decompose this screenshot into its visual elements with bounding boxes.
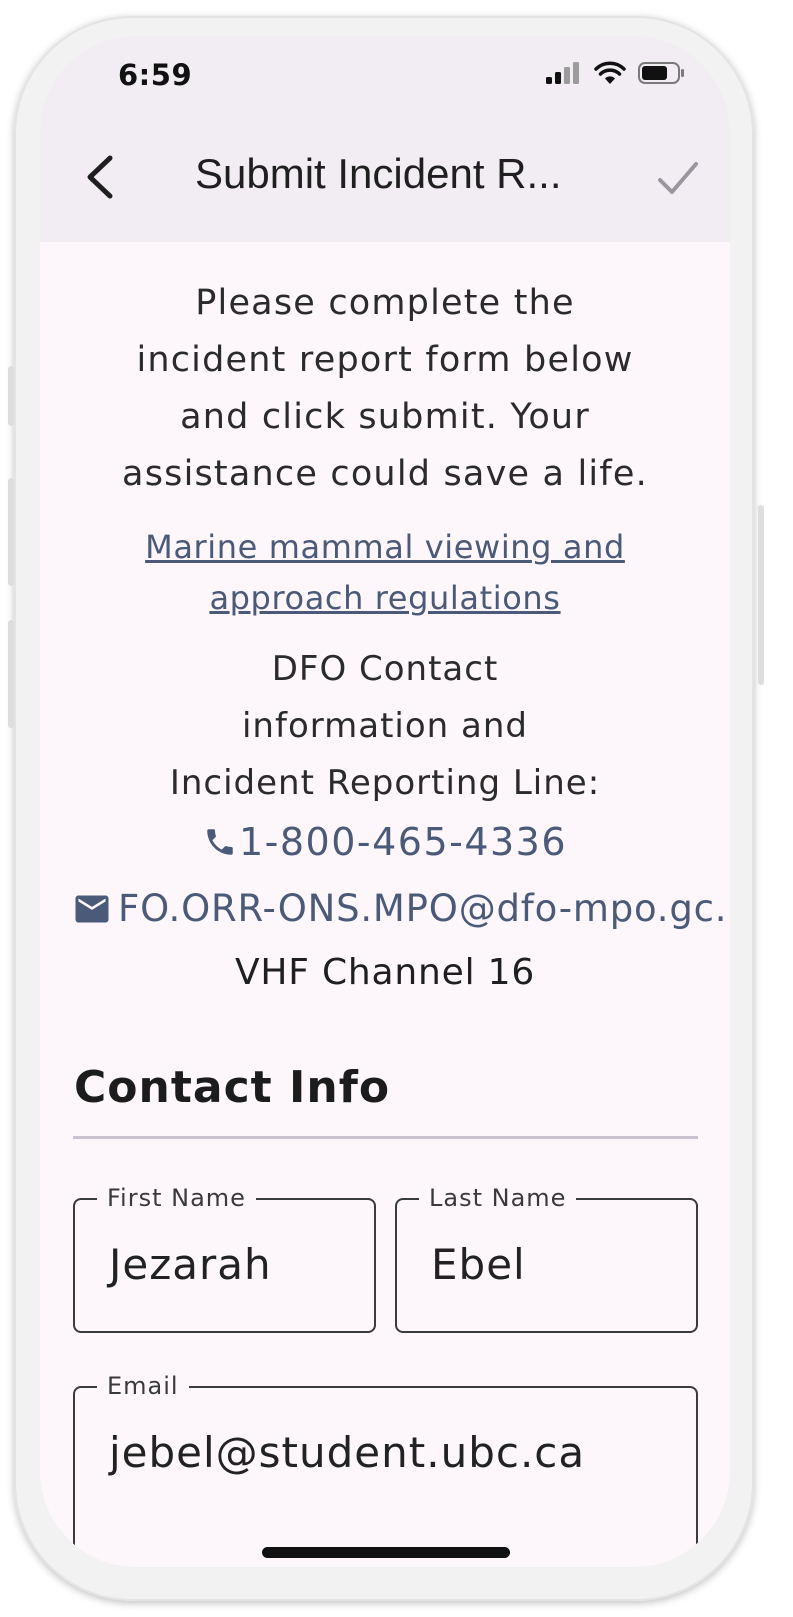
vhf-channel: VHF Channel 16 <box>234 952 536 993</box>
dfo-contact-line: information and <box>241 706 528 746</box>
phone-link[interactable]: 1-800-465-4336 <box>40 820 730 864</box>
checkmark-icon[interactable] <box>656 156 700 200</box>
email-field[interactable]: Email jebel@student.ubc.ca <box>73 1372 698 1567</box>
home-indicator[interactable] <box>262 1547 510 1558</box>
signal-icon <box>546 62 579 84</box>
regulations-link-line[interactable]: Marine mammal viewing and <box>110 522 660 573</box>
first-name-label: First Name <box>97 1184 256 1212</box>
phone-side-button <box>758 505 764 685</box>
first-name-field[interactable]: First Name Jezarah <box>73 1184 376 1333</box>
back-arrow-icon[interactable] <box>82 154 118 200</box>
regulations-link-line[interactable]: approach regulations <box>110 573 660 624</box>
status-time: 6:59 <box>118 58 193 92</box>
phone-side-button <box>8 620 14 728</box>
phone-screen: 6:59 Submit Incident R... Please complet… <box>40 36 730 1567</box>
phone-number[interactable]: 1-800-465-4336 <box>239 820 567 864</box>
battery-icon <box>638 62 684 84</box>
first-name-value[interactable]: Jezarah <box>109 1240 272 1289</box>
app-header: 6:59 Submit Incident R... <box>40 36 730 242</box>
wifi-icon <box>594 61 626 84</box>
email-value[interactable]: jebel@student.ubc.ca <box>109 1428 585 1477</box>
page-title: Submit Incident R... <box>195 150 562 197</box>
phone-icon <box>207 829 233 855</box>
phone-side-button <box>8 366 14 426</box>
phone-side-button <box>8 478 14 586</box>
dfo-contact-line: Incident Reporting Line: <box>169 763 601 803</box>
dfo-contact-heading: DFO Contact information and Incident Rep… <box>100 641 670 812</box>
email-address[interactable]: FO.ORR-ONS.MPO@dfo-mpo.gc. <box>118 887 727 930</box>
status-icons <box>546 61 686 85</box>
intro-line: and click submit. Your <box>180 397 590 437</box>
intro-text: Please complete the incident report form… <box>100 275 670 503</box>
intro-line: assistance could save a life. <box>122 454 648 494</box>
section-divider <box>73 1136 698 1139</box>
regulations-link[interactable]: Marine mammal viewing and approach regul… <box>110 522 660 624</box>
email-link[interactable]: FO.ORR-ONS.MPO@dfo-mpo.gc. <box>74 887 727 930</box>
last-name-value[interactable]: Ebel <box>431 1240 526 1289</box>
intro-line: incident report form below <box>136 340 634 380</box>
mail-icon <box>75 895 109 923</box>
last-name-field[interactable]: Last Name Ebel <box>395 1184 698 1333</box>
dfo-contact-line: DFO Contact <box>271 649 499 689</box>
last-name-label: Last Name <box>419 1184 577 1212</box>
intro-line: Please complete the <box>195 283 575 323</box>
contact-info-heading: Contact Info <box>74 1062 391 1113</box>
email-label: Email <box>97 1372 189 1400</box>
